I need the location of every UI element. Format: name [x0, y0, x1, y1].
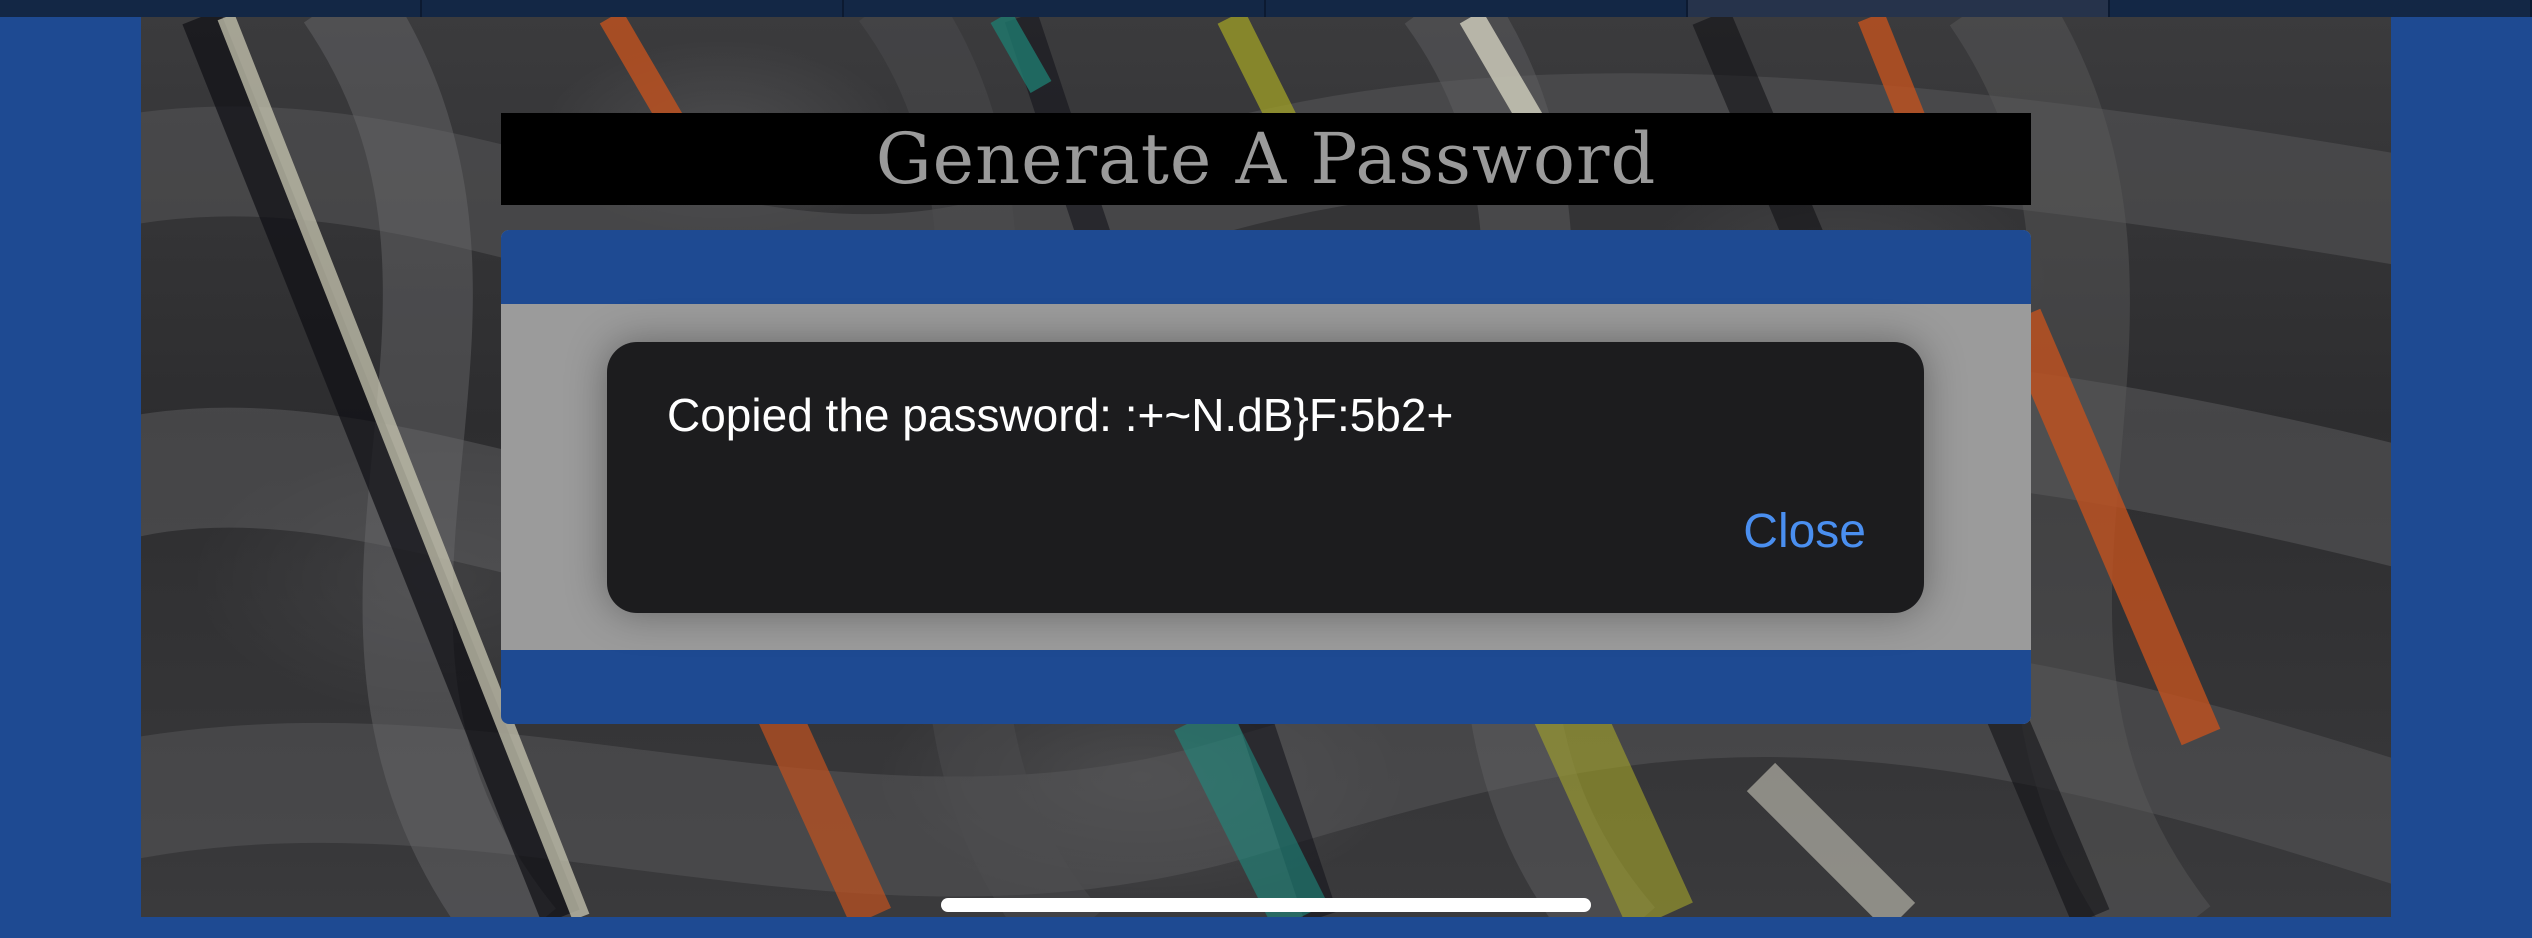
frame-bottom-band — [501, 650, 2031, 724]
tab[interactable] — [1266, 0, 1688, 17]
tab[interactable] — [0, 0, 422, 17]
close-button[interactable]: Close — [1743, 504, 1866, 559]
tab[interactable] — [844, 0, 1266, 17]
page-title: Generate A Password — [875, 118, 1657, 200]
copied-password-alert: Copied the password: :+~N.dB}F:5b2+ Clos… — [607, 342, 1924, 613]
frame-top-band — [501, 230, 2031, 304]
tab[interactable] — [422, 0, 844, 17]
browser-tab-strip — [0, 0, 2532, 17]
tab-active[interactable] — [1688, 0, 2110, 17]
tab[interactable] — [2110, 0, 2532, 17]
title-bar: Generate A Password — [501, 113, 2031, 205]
home-indicator[interactable] — [941, 898, 1591, 912]
app-screen: Generate A Password Copied the password:… — [0, 0, 2532, 938]
alert-message: Copied the password: :+~N.dB}F:5b2+ — [667, 389, 1454, 441]
